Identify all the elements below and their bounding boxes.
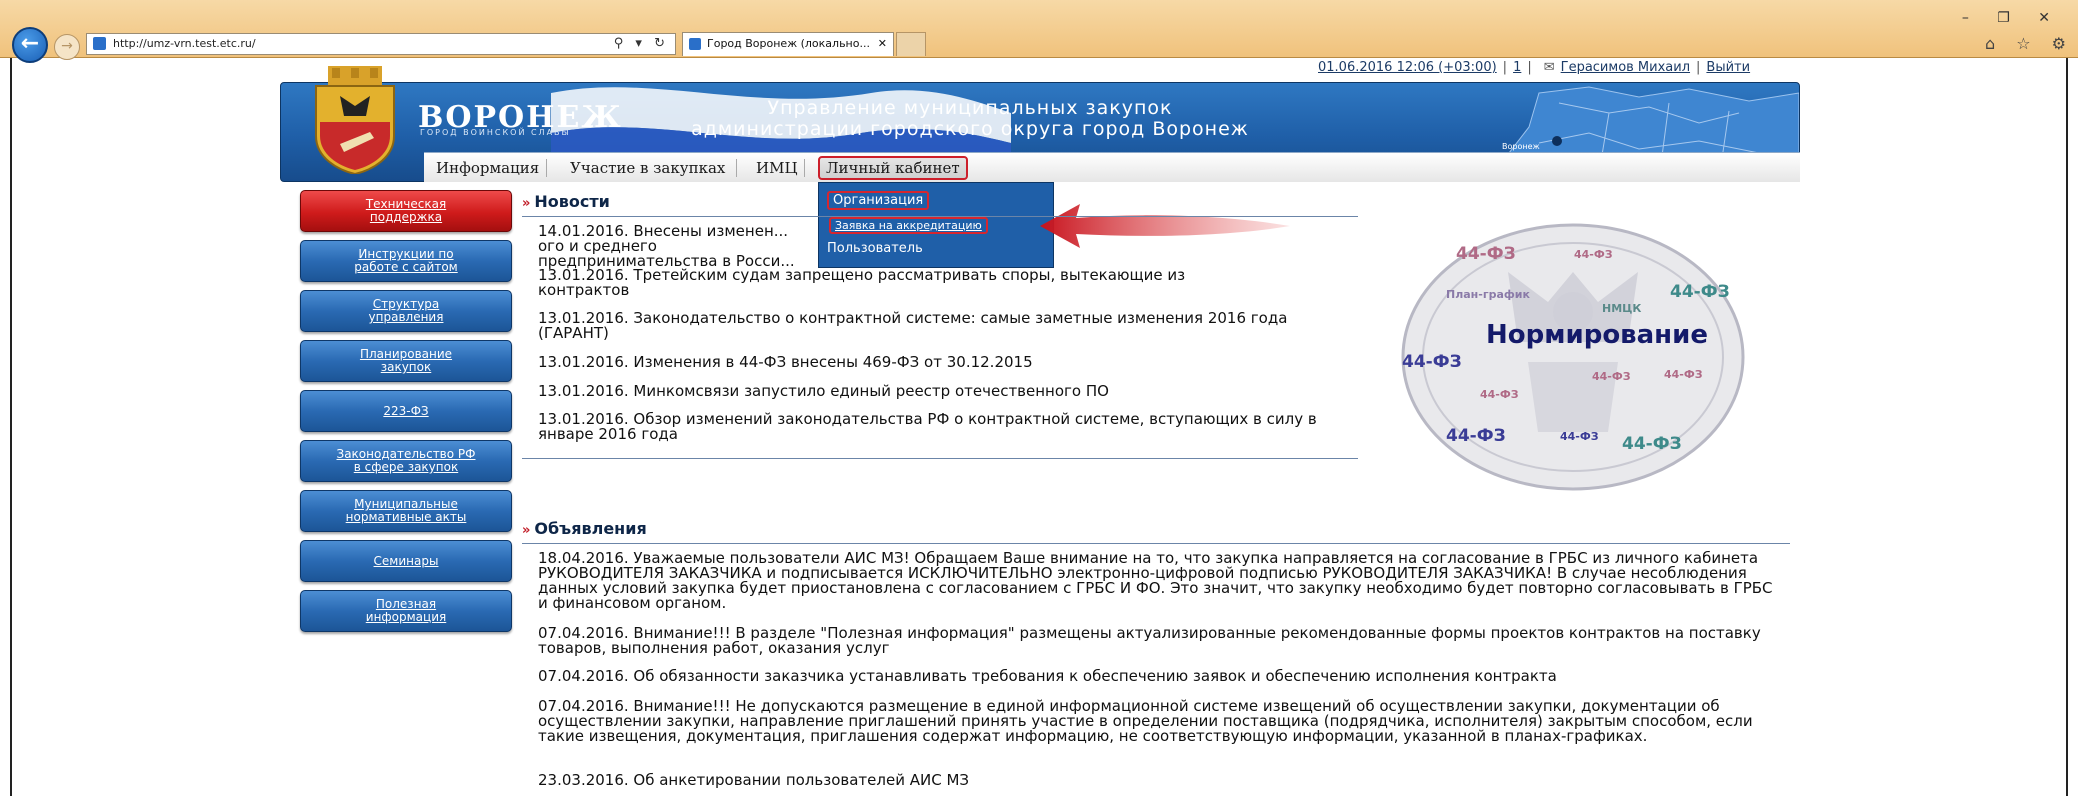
announcement-item[interactable]: 07.04.2016. Об обязанности заказчика уст… — [538, 669, 1778, 684]
address-tools-icon[interactable]: ⚲ ▾ ↻ — [614, 34, 669, 54]
window-controls[interactable]: – ❐ ✕ — [1962, 10, 2062, 26]
menu-item-information[interactable]: Информация — [436, 156, 539, 180]
home-favorites-settings-icon[interactable]: ⌂ ☆ ⚙ — [1985, 34, 2074, 53]
forward-arrow-icon[interactable]: → — [54, 34, 80, 60]
tab-close-icon[interactable]: ✕ — [878, 33, 887, 55]
sidebar-item-planning[interactable]: Планирование закупок — [300, 340, 512, 382]
sidebar-item-seminars[interactable]: Семинары — [300, 540, 512, 582]
organization-title-line2: администрации городского округа город Во… — [691, 118, 1249, 140]
promo-label: 44-ФЗ — [1592, 370, 1631, 383]
menu-item-procurement[interactable]: Участие в закупках — [570, 156, 725, 180]
sidebar-item-label: закупок — [380, 360, 432, 374]
tab-title: Город Воронеж (локально... — [707, 37, 870, 50]
promo-label: 44-ФЗ — [1622, 434, 1682, 454]
news-divider — [522, 216, 1358, 217]
sidebar-item-legislation[interactable]: Законодательство РФ в сфере закупок — [300, 440, 512, 482]
announcements-divider — [522, 543, 1790, 544]
promo-label: 44-ФЗ — [1664, 368, 1703, 381]
city-coat-of-arms-logo — [315, 66, 395, 174]
sidebar-item-label: Семинары — [373, 553, 439, 568]
news-item[interactable]: 14.01.2016. Внесены изменен... ого и сре… — [538, 224, 818, 269]
sidebar-item-label: в сфере закупок — [353, 460, 459, 474]
news-title: Новости — [534, 192, 610, 211]
sidebar-item-label: поддержка — [369, 210, 443, 224]
red-pointer-arrow-icon — [1040, 204, 1290, 248]
news-bottom-divider — [522, 458, 1358, 459]
new-tab-button[interactable] — [896, 32, 926, 56]
news-item[interactable]: 13.01.2016. Законодательство о контрактн… — [538, 311, 1348, 341]
dropdown-item-user[interactable]: Пользователь — [827, 241, 923, 256]
menu-divider — [804, 159, 805, 177]
promo-label: 44-ФЗ — [1402, 352, 1462, 372]
sidebar-item-223fz[interactable]: 223-ФЗ — [300, 390, 512, 432]
message-count-link[interactable]: 1 — [1513, 60, 1521, 75]
promo-label: НМЦК — [1602, 302, 1642, 315]
menu-divider — [546, 159, 547, 177]
city-subtitle: ГОРОД ВОИНСКОЙ СЛАВЫ — [420, 128, 571, 137]
user-name-link[interactable]: Герасимов Михаил — [1561, 60, 1690, 75]
promo-label: 44-ФЗ — [1670, 282, 1730, 302]
datetime-link[interactable]: 01.06.2016 12:06 (+03:00) — [1318, 60, 1497, 75]
sidebar-item-useful-info[interactable]: Полезная информация — [300, 590, 512, 632]
sidebar-item-label: 223-ФЗ — [383, 403, 429, 418]
sidebar-item-instructions[interactable]: Инструкции по работе с сайтом — [300, 240, 512, 282]
personal-cabinet-dropdown: Организация Заявка на аккредитацию Польз… — [818, 182, 1054, 268]
announcement-item[interactable]: 07.04.2016. Внимание!!! Не допускаются р… — [538, 699, 1778, 744]
sidebar-item-label: управления — [368, 310, 444, 324]
browser-tab[interactable]: Город Воронеж (локально... ✕ — [682, 32, 894, 56]
promo-label: План-график — [1446, 288, 1530, 301]
promo-label: 44-ФЗ — [1456, 244, 1516, 264]
sidebar-item-label: информация — [365, 610, 447, 624]
menu-item-personal-cabinet[interactable]: Личный кабинет — [818, 156, 968, 180]
sidebar-item-label: нормативные акты — [345, 510, 467, 524]
announcement-item[interactable]: 18.04.2016. Уважаемые пользователи АИС М… — [538, 551, 1778, 611]
site-favicon-icon — [93, 37, 106, 50]
sidebar-item-tech-support[interactable]: Техническая поддержка — [300, 190, 512, 232]
tab-favicon-icon — [689, 38, 701, 50]
news-item[interactable]: 13.01.2016. Минкомсвязи запустило единый… — [538, 384, 1348, 399]
user-bar: 01.06.2016 12:06 (+03:00) | 1 | ✉ Герасимов М… — [1318, 60, 1751, 75]
sidebar-item-structure[interactable]: Структура управления — [300, 290, 512, 332]
promo-label: 44-ФЗ — [1560, 430, 1599, 443]
section-marker-icon: » — [522, 196, 531, 211]
announcements-heading: » Объявления — [522, 519, 647, 538]
announcement-item[interactable]: 23.03.2016. Об анкетировании пользовател… — [538, 773, 1778, 788]
promo-title[interactable]: Нормирование — [1486, 320, 1708, 350]
address-bar[interactable]: http://umz-vrn.test.etc.ru/ ⚲ ▾ ↻ — [86, 33, 676, 55]
section-marker-icon: » — [522, 523, 531, 538]
address-url: http://umz-vrn.test.etc.ru/ — [113, 37, 256, 50]
organization-title-line1: Управление муниципальных закупок — [767, 97, 1173, 119]
message-icon[interactable]: ✉ — [1544, 60, 1555, 75]
news-item[interactable]: 13.01.2016. Изменения в 44-ФЗ внесены 46… — [538, 355, 1348, 370]
logout-link[interactable]: Выйти — [1706, 60, 1750, 75]
news-heading: » Новости — [522, 192, 610, 211]
promo-label: 44-ФЗ — [1446, 426, 1506, 446]
news-item[interactable]: 13.01.2016. Обзор изменений законодатель… — [538, 412, 1358, 442]
organization-title: Управление муниципальных закупок админис… — [620, 98, 1320, 140]
menu-divider — [736, 159, 737, 177]
browser-chrome: ← → http://umz-vrn.test.etc.ru/ ⚲ ▾ ↻ Го… — [0, 0, 2078, 63]
promo-label: 44-ФЗ — [1480, 388, 1519, 401]
menu-item-imc[interactable]: ИМЦ — [756, 156, 798, 180]
main-menu: Информация Участие в закупках ИМЦ Личный… — [424, 152, 1800, 182]
sidebar-item-label: работе с сайтом — [354, 260, 458, 274]
promo-label: 44-ФЗ — [1574, 248, 1613, 261]
map-city-label: Воронеж — [1502, 142, 1540, 151]
news-item[interactable]: 13.01.2016. Третейским судам запрещено р… — [538, 268, 1278, 298]
sidebar-item-municipal-acts[interactable]: Муниципальные нормативные акты — [300, 490, 512, 532]
announcement-item[interactable]: 07.04.2016. Внимание!!! В разделе "Полез… — [538, 626, 1778, 656]
dropdown-item-organization[interactable]: Организация — [827, 191, 930, 210]
announcements-title: Объявления — [534, 519, 647, 538]
dropdown-item-accreditation[interactable]: Заявка на аккредитацию — [829, 217, 988, 234]
